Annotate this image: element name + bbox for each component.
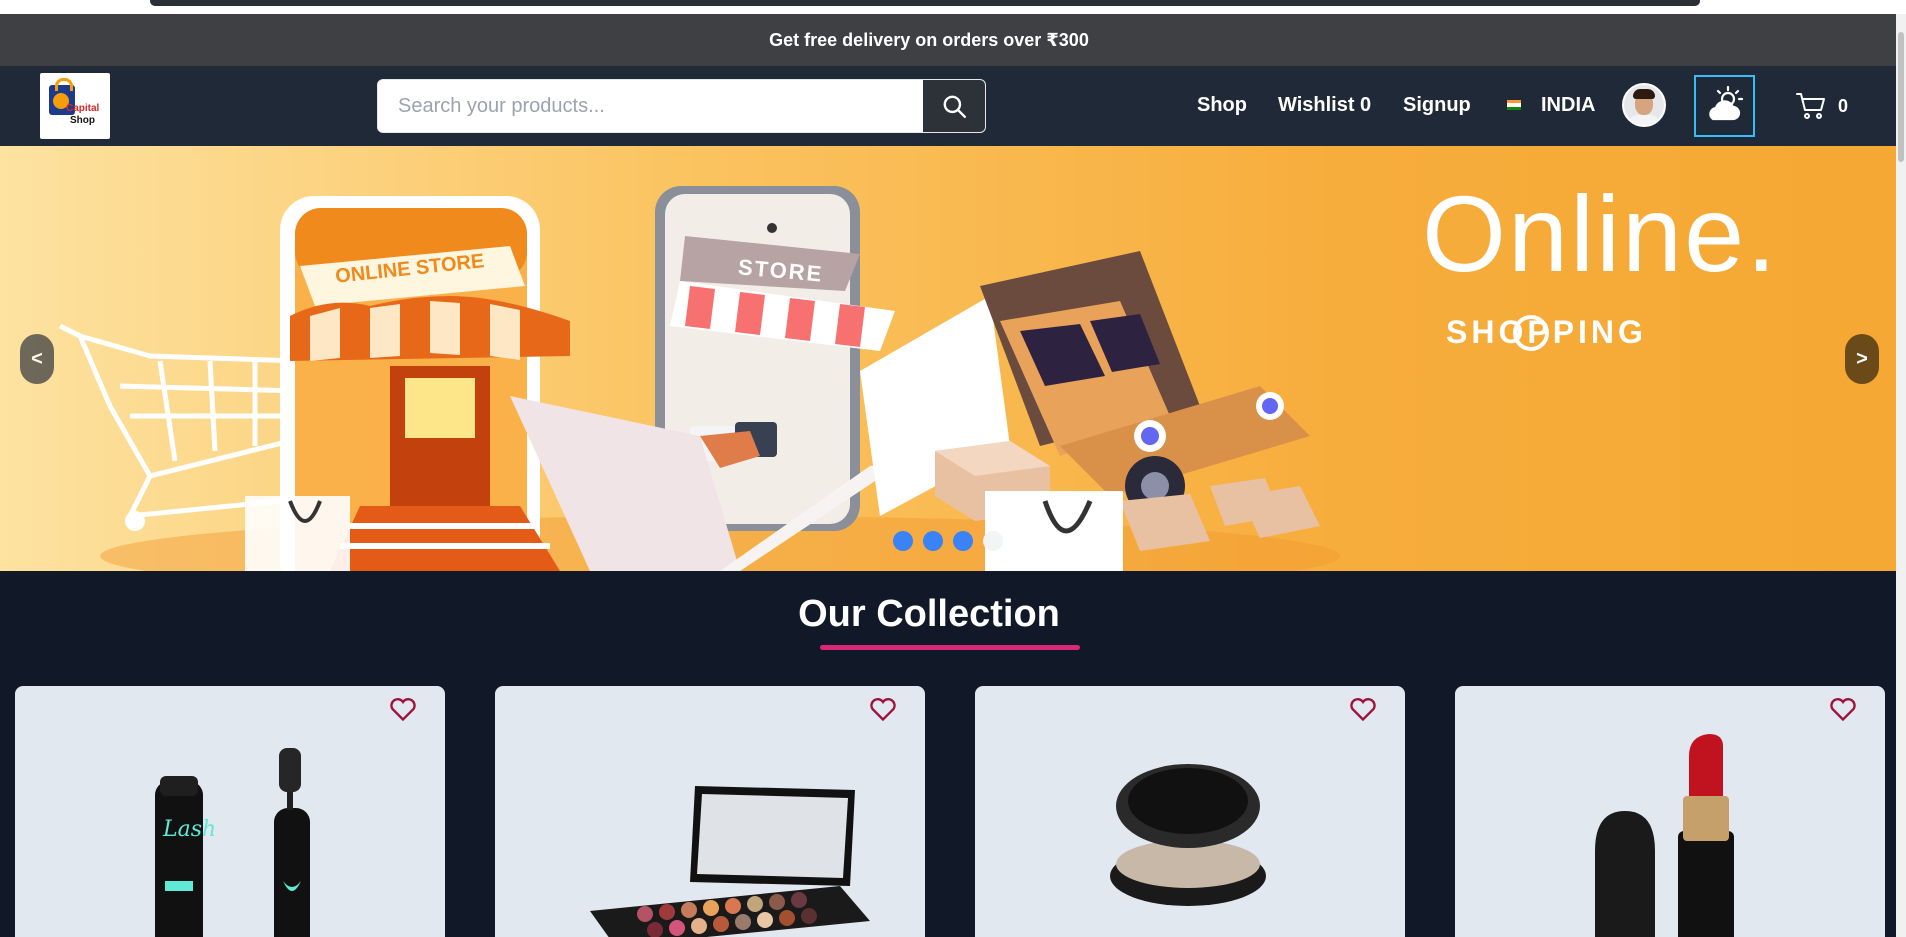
search-icon: [943, 95, 967, 119]
nav-signup-link[interactable]: Signup: [1403, 94, 1471, 117]
heart-icon[interactable]: [389, 696, 417, 722]
section-title-text: Our Collection: [798, 593, 1060, 635]
promo-banner: Get free delivery on orders over ₹300: [0, 14, 1906, 66]
eyeshadow-palette-image: [590, 786, 870, 937]
carousel-dot-2[interactable]: [923, 531, 943, 551]
country-selector[interactable]: INDIA: [1541, 94, 1595, 117]
heart-icon[interactable]: [869, 696, 897, 722]
carousel-prev-button[interactable]: <: [20, 334, 54, 384]
cart-illustration: [58, 323, 313, 519]
site-logo[interactable]: Capital Shop: [40, 73, 110, 139]
promo-text: Get free delivery on orders over ₹300: [769, 29, 1089, 50]
carousel-dot-1[interactable]: [893, 531, 913, 551]
partly-cloudy-icon: [1708, 85, 1743, 121]
india-flag-icon: [1507, 100, 1521, 110]
cart-button[interactable]: [1796, 92, 1826, 125]
heart-icon[interactable]: [1829, 696, 1857, 722]
section-title: Our Collection: [0, 593, 1906, 636]
carousel-dot-4[interactable]: [983, 531, 1003, 551]
carousel-next-button[interactable]: >: [1845, 334, 1879, 384]
browser-address-bar: [150, 0, 1700, 6]
search-bar: [377, 79, 986, 133]
compact-powder-image: [1110, 764, 1266, 906]
nav-wishlist-link[interactable]: Wishlist 0: [1278, 94, 1371, 117]
search-button[interactable]: [923, 80, 985, 132]
navbar: Capital Shop Shop Wishlist 0 Signup INDI…: [0, 66, 1906, 146]
title-underline: [820, 645, 1080, 650]
weather-button[interactable]: [1694, 75, 1755, 137]
logo-text-line2: Shop: [70, 115, 95, 126]
hero-carousel: ONLINE STORE STORE Online. SHOPPING: [0, 146, 1906, 571]
svg-text:Lash: Lash: [162, 817, 216, 842]
heart-icon[interactable]: [1349, 696, 1377, 722]
nav-shop-link[interactable]: Shop: [1197, 94, 1247, 117]
browser-top-strip: [0, 0, 1906, 14]
product-card-compact-powder[interactable]: [975, 686, 1405, 937]
hero-headline: Online.: [1422, 173, 1779, 294]
product-card-mascara[interactable]: Lash: [15, 686, 445, 937]
product-card-lipstick[interactable]: [1455, 686, 1885, 937]
hero-subline: SHOPPING: [1446, 314, 1647, 350]
scrollbar-thumb[interactable]: [1898, 32, 1904, 162]
logo-text-line1: Capital: [66, 103, 100, 114]
page-scrollbar[interactable]: [1896, 14, 1906, 937]
lipstick-image: [1595, 734, 1734, 937]
user-avatar[interactable]: [1622, 83, 1666, 127]
mascara-image: Lash: [155, 748, 310, 937]
cart-count: 0: [1838, 96, 1849, 116]
search-input[interactable]: [378, 80, 924, 132]
carousel-indicators: [893, 531, 1003, 551]
carousel-dot-3[interactable]: [953, 531, 973, 551]
product-card-eyeshadow-palette[interactable]: [495, 686, 925, 937]
cart-icon: [1796, 93, 1825, 119]
